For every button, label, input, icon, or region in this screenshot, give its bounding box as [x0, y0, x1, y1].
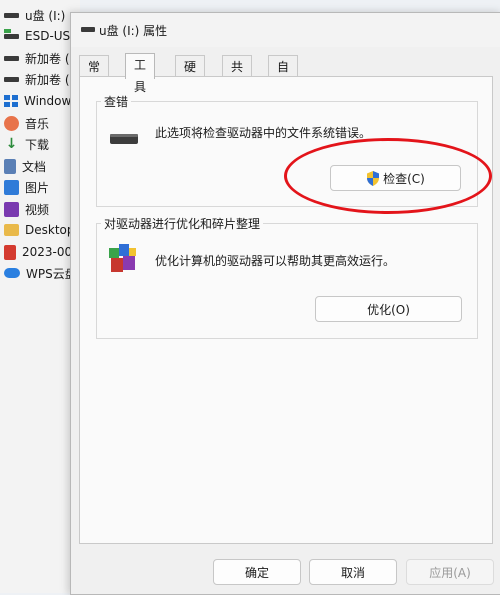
music-icon: [4, 115, 19, 131]
sidebar-item-label: 图片: [25, 180, 50, 195]
video-icon: [4, 201, 19, 217]
windows-drive-icon: [4, 95, 18, 107]
sidebar-item-videos[interactable]: 视频: [4, 199, 49, 219]
sidebar-item-label: 新加卷 (: [25, 72, 70, 87]
tab-tools[interactable]: 工具: [125, 53, 156, 94]
folder-icon: [4, 224, 19, 236]
apply-button-label: 应用(A): [429, 565, 471, 580]
defrag-icon: [109, 244, 136, 272]
cancel-button-label: 取消: [340, 565, 365, 580]
group-title: 查错: [101, 93, 132, 110]
sidebar-item-label: 音乐: [25, 116, 50, 131]
sidebar-item-label: ESD-US: [25, 29, 71, 43]
cancel-button[interactable]: 取消: [309, 559, 397, 585]
sidebar-item-label: 2023-00: [22, 245, 73, 259]
optimize-group: 对驱动器进行优化和碎片整理 优化计算机的驱动器可以帮助其更高效运行。 优化(O): [96, 215, 478, 339]
sidebar-item-wps-cloud[interactable]: WPS云盘: [4, 263, 77, 283]
download-icon: ↓: [5, 135, 18, 152]
optimize-description: 优化计算机的驱动器可以帮助其更高效运行。: [155, 254, 396, 268]
dialog-titlebar[interactable]: u盘 (I:) 属性: [71, 13, 500, 47]
sidebar-item-music[interactable]: 音乐: [4, 113, 49, 133]
sidebar-item-label: 下载: [25, 137, 50, 152]
cloud-icon: [4, 268, 20, 278]
optimize-button-label: 优化(O): [367, 302, 410, 317]
drive-icon: [4, 56, 19, 61]
drive-icon: [4, 28, 19, 39]
tab-general[interactable]: 常规: [79, 55, 110, 96]
properties-dialog: u盘 (I:) 属性 常规 工具 硬件 共享 自定义 查错 此选项将检查驱动器中…: [70, 12, 500, 595]
tab-hardware[interactable]: 硬件: [175, 55, 206, 96]
ok-button-label: 确定: [244, 565, 269, 580]
apply-button[interactable]: 应用(A): [406, 559, 494, 585]
sidebar-item-new-volume-2[interactable]: 新加卷 (: [4, 69, 70, 89]
document-icon: [4, 158, 16, 174]
tab-sharing[interactable]: 共享: [222, 55, 253, 96]
dialog-title: u盘 (I:) 属性: [99, 24, 168, 38]
sidebar-item-label: 文档: [22, 159, 47, 174]
explorer-sidebar: u盘 (I:) ESD-US 新加卷 ( 新加卷 ( Window 音乐 ↓ 下…: [0, 0, 80, 593]
sidebar-item-pictures[interactable]: 图片: [4, 177, 49, 197]
ok-button[interactable]: 确定: [213, 559, 301, 585]
sidebar-item-label: 视频: [25, 202, 50, 217]
sidebar-item-esd-usb[interactable]: ESD-US: [4, 26, 70, 46]
annotation-ellipse: [284, 138, 492, 214]
group-title: 对驱动器进行优化和碎片整理: [101, 215, 264, 232]
sidebar-item-pdf-file[interactable]: 2023-00: [4, 242, 72, 262]
sidebar-item-desktop[interactable]: Desktop: [4, 220, 75, 240]
drive-icon: [110, 134, 138, 144]
sidebar-item-label: Window: [24, 94, 72, 108]
sidebar-item-downloads[interactable]: ↓ 下载: [4, 134, 49, 154]
check-description: 此选项将检查驱动器中的文件系统错误。: [155, 126, 372, 140]
drive-icon: [4, 13, 19, 18]
drive-icon: [81, 27, 95, 32]
sidebar-item-label: 新加卷 (: [25, 51, 70, 66]
pictures-icon: [4, 179, 19, 195]
drive-icon: [4, 77, 19, 82]
sidebar-item-windows[interactable]: Window: [4, 91, 71, 111]
tab-customize[interactable]: 自定义: [268, 55, 299, 118]
sidebar-item-usb-drive[interactable]: u盘 (I:): [4, 5, 65, 25]
sidebar-item-documents[interactable]: 文档: [4, 156, 46, 176]
sidebar-item-label: u盘 (I:): [25, 8, 66, 23]
pdf-icon: [4, 244, 16, 260]
sidebar-item-new-volume-1[interactable]: 新加卷 (: [4, 48, 70, 68]
sidebar-item-label: Desktop: [25, 223, 75, 237]
optimize-button[interactable]: 优化(O): [315, 296, 462, 322]
